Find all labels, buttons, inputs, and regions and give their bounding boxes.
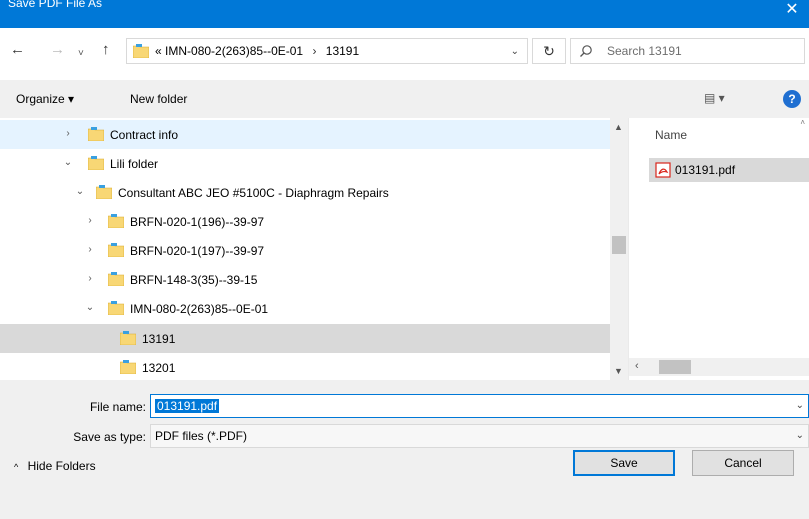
chevron-right-icon[interactable]: › <box>84 215 96 226</box>
scroll-left-icon[interactable]: ‹ <box>635 360 639 372</box>
up-button[interactable]: ↑ <box>102 42 110 58</box>
cancel-button[interactable]: Cancel <box>692 450 794 476</box>
file-name-value[interactable]: 013191.pdf <box>155 399 220 413</box>
command-bar: Organize ▾ New folder ▤ ▾ ? <box>0 80 809 118</box>
scroll-down-icon[interactable]: ▼ <box>614 366 623 376</box>
tree-scrollbar[interactable]: ▲ ▼ <box>610 118 628 380</box>
chevron-right-icon[interactable]: › <box>84 244 96 255</box>
chevron-up-icon: ^ <box>14 462 19 472</box>
forward-button[interactable]: → <box>50 42 65 58</box>
hide-folders-label: Hide Folders <box>27 459 96 473</box>
file-name: 013191.pdf <box>675 163 736 177</box>
window-title: Save PDF File As <box>8 0 103 10</box>
scroll-thumb[interactable] <box>659 360 691 374</box>
tree-item-label: BRFN-020-1(196)--39-97 <box>130 215 265 229</box>
folder-icon <box>108 272 124 286</box>
scroll-thumb[interactable] <box>612 236 626 254</box>
tree-item-label: 13201 <box>142 361 176 375</box>
save-type-select[interactable]: PDF files (*.PDF) ⌄ <box>150 424 809 448</box>
tree-item-contract-info[interactable]: › Contract info <box>0 120 610 149</box>
folder-icon <box>133 44 149 58</box>
chevron-down-icon[interactable]: ⌄ <box>796 430 804 441</box>
file-name-label: File name: <box>89 400 146 414</box>
breadcrumb-separator[interactable]: › <box>312 44 316 58</box>
column-header-name[interactable]: Name <box>655 128 687 142</box>
tree-item-label: Lili folder <box>110 157 159 171</box>
change-view-button[interactable]: ▤ ▾ <box>704 91 725 105</box>
breadcrumb-item[interactable]: IMN-080-2(263)85--0E-01 <box>165 44 303 58</box>
address-dropdown-icon[interactable]: ⌄ <box>511 46 519 57</box>
file-name-field[interactable]: 013191.pdf ⌄ <box>150 394 809 418</box>
pdf-icon <box>655 162 671 178</box>
save-form: File name: 013191.pdf ⌄ Save as type: PD… <box>0 380 809 519</box>
chevron-down-icon[interactable]: ⌄ <box>74 186 86 197</box>
tree-item-label: 13191 <box>142 332 176 346</box>
tree-item-label: BRFN-020-1(197)--39-97 <box>130 244 265 258</box>
chevron-down-icon[interactable]: ⌄ <box>84 302 96 313</box>
file-list-hscrollbar[interactable]: ‹ <box>629 358 809 376</box>
folder-icon <box>108 243 124 257</box>
title-bar: Save PDF File As ✕ <box>0 0 809 28</box>
close-button[interactable]: ✕ <box>775 0 809 28</box>
folder-icon <box>120 331 136 345</box>
folder-icon <box>108 301 124 315</box>
tree-item-label: Contract info <box>110 128 179 142</box>
tree-item-lili-folder[interactable]: ⌄ Lili folder <box>0 149 610 178</box>
tree-item-13191[interactable]: 13191 <box>0 324 610 353</box>
tree-item-imn-080[interactable]: ⌄ IMN-080-2(263)85--0E-01 <box>0 294 610 323</box>
recent-locations-button[interactable]: ˅ <box>78 46 84 62</box>
folder-icon <box>108 214 124 228</box>
file-item[interactable]: 013191.pdf <box>649 158 809 182</box>
file-list: ˄ Name 013191.pdf ‹ <box>628 118 809 380</box>
search-input[interactable] <box>607 42 797 60</box>
search-box[interactable] <box>570 38 805 64</box>
breadcrumb: « IMN-080-2(263)85--0E-01 › 13191 <box>155 44 359 58</box>
tree-item-13201[interactable]: 13201 <box>0 353 610 380</box>
folder-icon <box>88 127 104 141</box>
scroll-up-icon[interactable]: ▲ <box>614 122 623 132</box>
chevron-right-icon[interactable]: › <box>62 128 74 139</box>
chevron-down-icon[interactable]: ⌄ <box>796 400 804 411</box>
tree-item-label: Consultant ABC JEO #5100C - Diaphragm Re… <box>118 186 389 200</box>
navigation-bar: ← → ˅ ↑ « IMN-080-2(263)85--0E-01 › 1319… <box>0 28 809 78</box>
new-folder-button[interactable]: New folder <box>130 92 187 106</box>
folder-icon <box>120 360 136 374</box>
folder-icon <box>88 156 104 170</box>
refresh-button[interactable]: ↻ <box>532 38 566 64</box>
save-type-value: PDF files (*.PDF) <box>155 429 248 443</box>
breadcrumb-item[interactable]: 13191 <box>326 44 359 58</box>
address-bar[interactable]: « IMN-080-2(263)85--0E-01 › 13191 ⌄ <box>126 38 528 64</box>
tree-item-brfn-196[interactable]: › BRFN-020-1(196)--39-97 <box>0 207 610 236</box>
folder-icon <box>96 185 112 199</box>
organize-button[interactable]: Organize ▾ <box>16 92 74 106</box>
breadcrumb-overflow[interactable]: « <box>155 44 162 58</box>
search-icon <box>580 45 592 57</box>
tree-item-label: IMN-080-2(263)85--0E-01 <box>130 302 269 316</box>
chevron-right-icon[interactable]: › <box>84 273 96 284</box>
chevron-down-icon[interactable]: ⌄ <box>62 157 74 168</box>
save-type-label: Save as type: <box>73 430 146 444</box>
tree-item-brfn-148[interactable]: › BRFN-148-3(35)--39-15 <box>0 265 610 294</box>
tree-item-brfn-197[interactable]: › BRFN-020-1(197)--39-97 <box>0 236 610 265</box>
back-button[interactable]: ← <box>10 42 25 58</box>
hide-folders-button[interactable]: ^ Hide Folders <box>14 459 96 473</box>
help-button[interactable]: ? <box>783 90 801 108</box>
navigation-pane: › Contract info ⌄ Lili folder ⌄ Consulta… <box>0 118 610 380</box>
tree-item-label: BRFN-148-3(35)--39-15 <box>130 273 258 287</box>
scroll-up-icon[interactable]: ˄ <box>800 118 805 127</box>
tree-item-consultant-abc[interactable]: ⌄ Consultant ABC JEO #5100C - Diaphragm … <box>0 178 610 207</box>
save-button[interactable]: Save <box>573 450 675 476</box>
